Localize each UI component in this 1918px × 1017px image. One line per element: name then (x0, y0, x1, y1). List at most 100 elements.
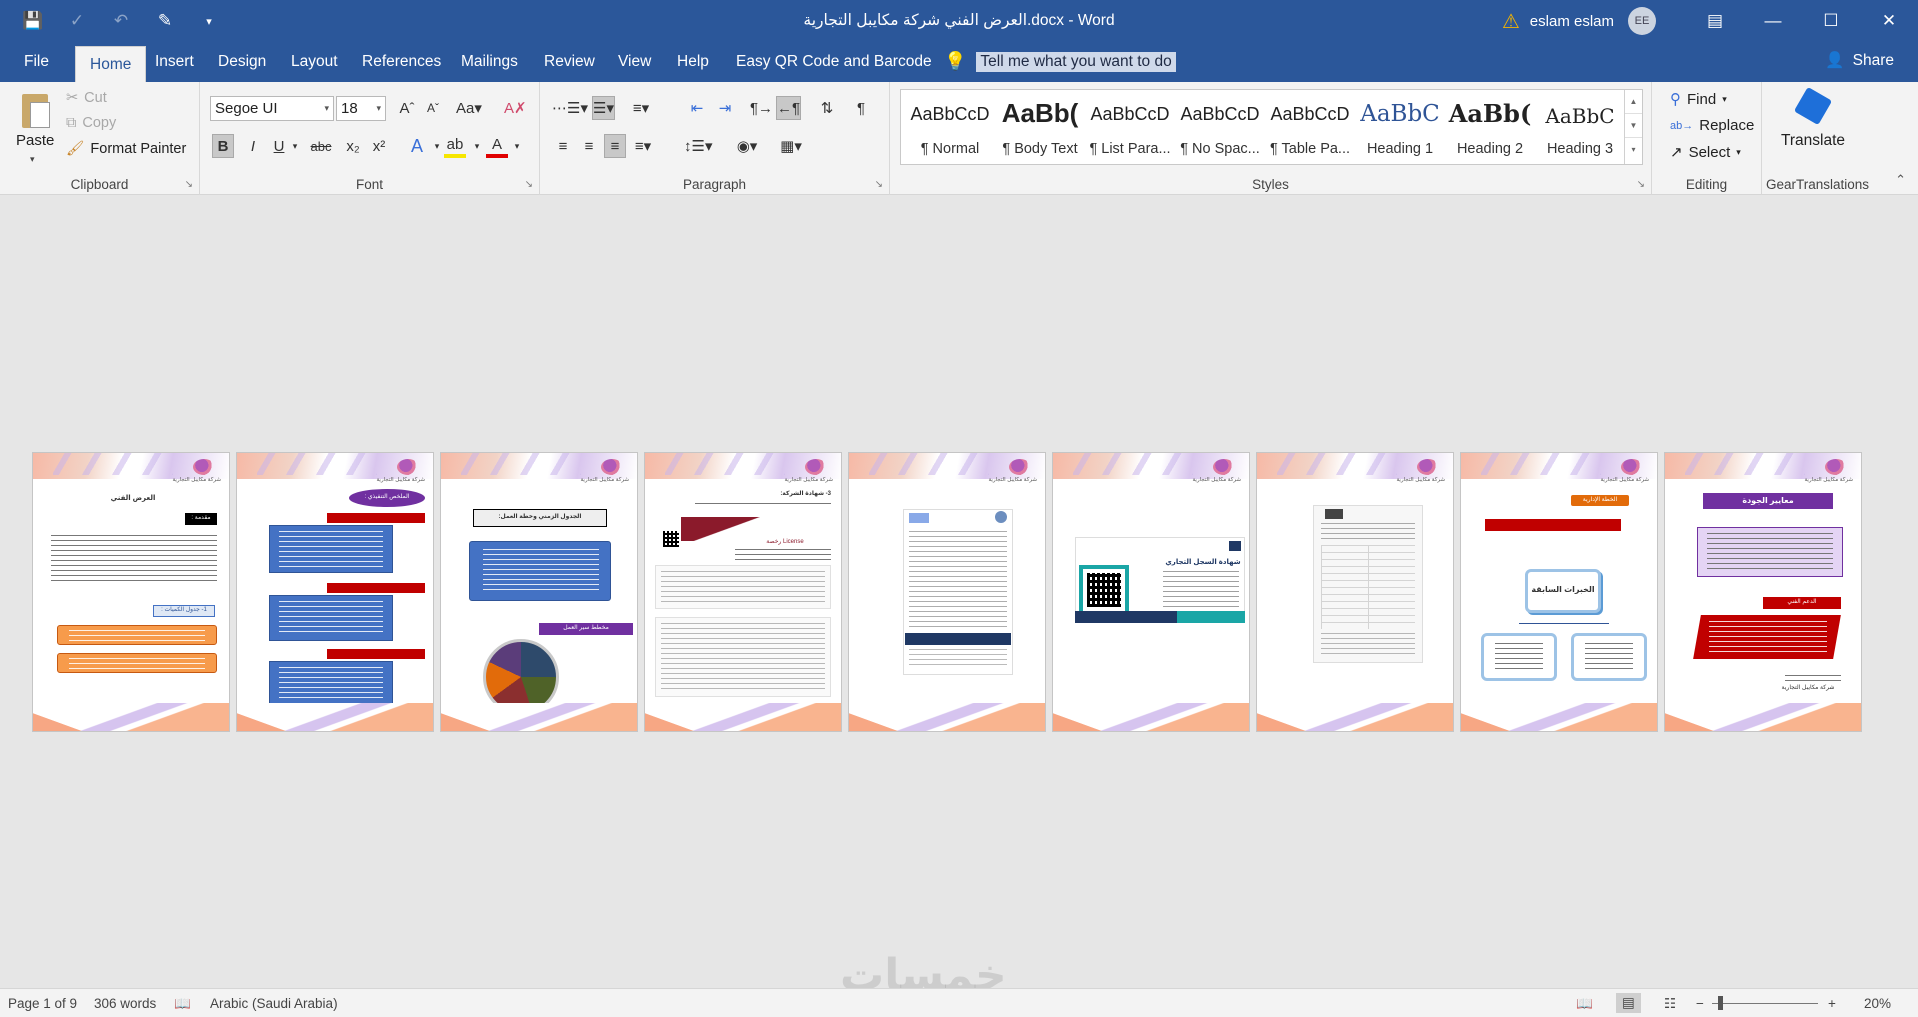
maximize-icon[interactable]: ☐ (1802, 0, 1860, 42)
tab-review[interactable]: Review (544, 42, 595, 82)
page-1[interactable]: شركة مكايبل التجارية العرض الفني مقدمة :… (32, 452, 230, 732)
page-5[interactable]: شركة مكايبل التجارية (848, 452, 1046, 732)
translate-button[interactable]: Translate (1768, 86, 1858, 150)
close-icon[interactable]: ✕ (1860, 0, 1918, 42)
cut-button[interactable]: ✂ Cut (66, 90, 107, 106)
print-layout-icon[interactable]: ▤ (1616, 993, 1641, 1013)
bullets-icon[interactable]: ⋯☰▾ (552, 96, 588, 120)
style-no-spacing[interactable]: AaBbCcD ¶ No Spac... (1175, 90, 1265, 164)
collapse-ribbon-icon[interactable]: ⌃ (1895, 172, 1906, 188)
font-color-dropdown-icon[interactable]: ▾ (506, 134, 528, 158)
ribbon-display-options-icon[interactable]: ▤ (1686, 0, 1744, 42)
format-painter-button[interactable]: 🖌 Format Painter (66, 140, 186, 158)
style-heading-2[interactable]: AaBb( Heading 2 (1445, 90, 1535, 164)
underline-dropdown-icon[interactable]: ▾ (284, 134, 306, 158)
bold-button[interactable]: B (212, 134, 234, 158)
paste-icon[interactable] (18, 90, 52, 130)
share-button[interactable]: 👤 Share (1825, 51, 1894, 70)
rtl-direction-icon[interactable]: ←¶ (776, 96, 802, 120)
clipboard-launcher-icon[interactable]: ↘ (185, 179, 193, 190)
zoom-out-icon[interactable]: − (1696, 996, 1704, 1011)
tab-home[interactable]: Home (75, 46, 147, 82)
web-layout-icon[interactable]: ☷ (1664, 996, 1676, 1012)
user-name[interactable]: eslam eslam (1530, 13, 1614, 30)
subscript-button[interactable]: x₂ (342, 134, 364, 158)
increase-indent-icon[interactable]: ⇥ (714, 96, 736, 120)
minimize-icon[interactable]: — (1744, 0, 1802, 42)
page-2[interactable]: شركة مكايبل التجارية الملخص التنفيذي : (236, 452, 434, 732)
highlight-dropdown-icon[interactable]: ▾ (466, 134, 488, 158)
style-body-text[interactable]: AaBb( ¶ Body Text (995, 90, 1085, 164)
page-9[interactable]: شركة مكايبل التجارية معايير الجودة الدعم… (1664, 452, 1862, 732)
tab-mailings[interactable]: Mailings (461, 42, 518, 82)
style-normal[interactable]: AaBbCcD ¶ Normal (905, 90, 995, 164)
page-8[interactable]: شركة مكايبل التجارية الخطة الإدارية الخب… (1460, 452, 1658, 732)
numbering-icon[interactable]: ☰▾ (592, 96, 615, 120)
language-indicator[interactable]: Arabic (Saudi Arabia) (210, 996, 338, 1011)
justify-icon[interactable]: ≡▾ (632, 134, 654, 158)
show-formatting-marks-icon[interactable]: ¶ (850, 96, 872, 120)
tell-me-box[interactable]: 💡 Tell me what you want to do (944, 51, 1176, 72)
paste-button[interactable]: Paste (16, 132, 54, 149)
shrink-font-icon[interactable]: Aˇ (422, 96, 444, 120)
zoom-in-icon[interactable]: + (1828, 996, 1836, 1011)
italic-button[interactable]: I (242, 134, 264, 158)
page-6[interactable]: شركة مكايبل التجارية شهادة السجل التجاري (1052, 452, 1250, 732)
style-heading-3[interactable]: AaBbC Heading 3 (1535, 90, 1625, 164)
more-styles-icon[interactable]: ▾ (1625, 138, 1642, 162)
scroll-up-icon[interactable]: ▲ (1625, 90, 1642, 114)
text-effects-icon[interactable]: A (406, 134, 428, 158)
tab-insert[interactable]: Insert (155, 42, 194, 82)
warning-icon[interactable]: ⚠ (1502, 9, 1520, 34)
style-table-paragraph[interactable]: AaBbCcD ¶ Table Pa... (1265, 90, 1355, 164)
page-counter[interactable]: Page 1 of 9 (8, 996, 77, 1011)
multilevel-list-icon[interactable]: ≡▾ (630, 96, 652, 120)
page-4[interactable]: شركة مكايبل التجارية 3- شهادة الشركة: Li… (644, 452, 842, 732)
borders-icon[interactable]: ▦▾ (780, 134, 802, 158)
replace-button[interactable]: ab→ Replace (1670, 117, 1754, 134)
font-color-icon[interactable]: A (486, 134, 508, 158)
superscript-button[interactable]: x² (368, 134, 390, 158)
tab-view[interactable]: View (618, 42, 651, 82)
tell-me-text[interactable]: Tell me what you want to do (976, 51, 1176, 72)
styles-launcher-icon[interactable]: ↘ (1637, 179, 1645, 190)
clear-formatting-icon[interactable]: A✗ (504, 96, 527, 120)
zoom-slider[interactable] (1712, 1003, 1818, 1004)
sort-icon[interactable]: ⇅ (816, 96, 838, 120)
tab-help[interactable]: Help (677, 42, 709, 82)
font-name-box[interactable]: Segoe UI ▾ (210, 96, 334, 121)
shading-icon[interactable]: ◉▾ (736, 134, 758, 158)
avatar[interactable]: EE (1628, 7, 1656, 35)
paragraph-launcher-icon[interactable]: ↘ (875, 179, 883, 190)
scroll-down-icon[interactable]: ▼ (1625, 114, 1642, 138)
proofing-icon[interactable]: 📖 (174, 996, 191, 1012)
tab-design[interactable]: Design (218, 42, 266, 82)
align-left-icon[interactable]: ≡ (552, 134, 574, 158)
style-list-paragraph[interactable]: AaBbCcD ¶ List Para... (1085, 90, 1175, 164)
page-7[interactable]: شركة مكايبل التجارية (1256, 452, 1454, 732)
grow-font-icon[interactable]: Aˆ (396, 96, 418, 120)
paste-dropdown-icon[interactable]: ▾ (30, 154, 35, 165)
zoom-slider-thumb[interactable] (1718, 996, 1723, 1010)
copy-button[interactable]: ⧉ Copy (66, 115, 116, 131)
tab-file[interactable]: File (24, 42, 49, 82)
change-case-icon[interactable]: Aa▾ (456, 96, 482, 120)
align-right-icon[interactable]: ≡ (604, 134, 626, 158)
strikethrough-button[interactable]: abc (310, 134, 332, 158)
font-size-box[interactable]: 18 ▾ (336, 96, 386, 121)
font-launcher-icon[interactable]: ↘ (525, 179, 533, 190)
line-spacing-icon[interactable]: ↕☰▾ (684, 134, 712, 158)
style-heading-1[interactable]: AaBbC Heading 1 (1355, 90, 1445, 164)
highlight-color-icon[interactable]: ab (444, 134, 466, 158)
tab-easy-qr-code[interactable]: Easy QR Code and Barcode (736, 42, 932, 82)
zoom-level[interactable]: 20% (1864, 996, 1891, 1011)
word-count[interactable]: 306 words (94, 996, 156, 1011)
read-mode-icon[interactable]: 📖 (1576, 996, 1593, 1012)
tab-layout[interactable]: Layout (291, 42, 338, 82)
select-button[interactable]: ↗ Select ▾ (1670, 143, 1741, 162)
decrease-indent-icon[interactable]: ⇤ (686, 96, 708, 120)
page-3[interactable]: شركة مكايبل التجارية الجدول الزمني وخطة … (440, 452, 638, 732)
tab-references[interactable]: References (362, 42, 441, 82)
find-button[interactable]: ⚲ Find ▾ (1670, 90, 1727, 109)
align-center-icon[interactable]: ≡ (578, 134, 600, 158)
